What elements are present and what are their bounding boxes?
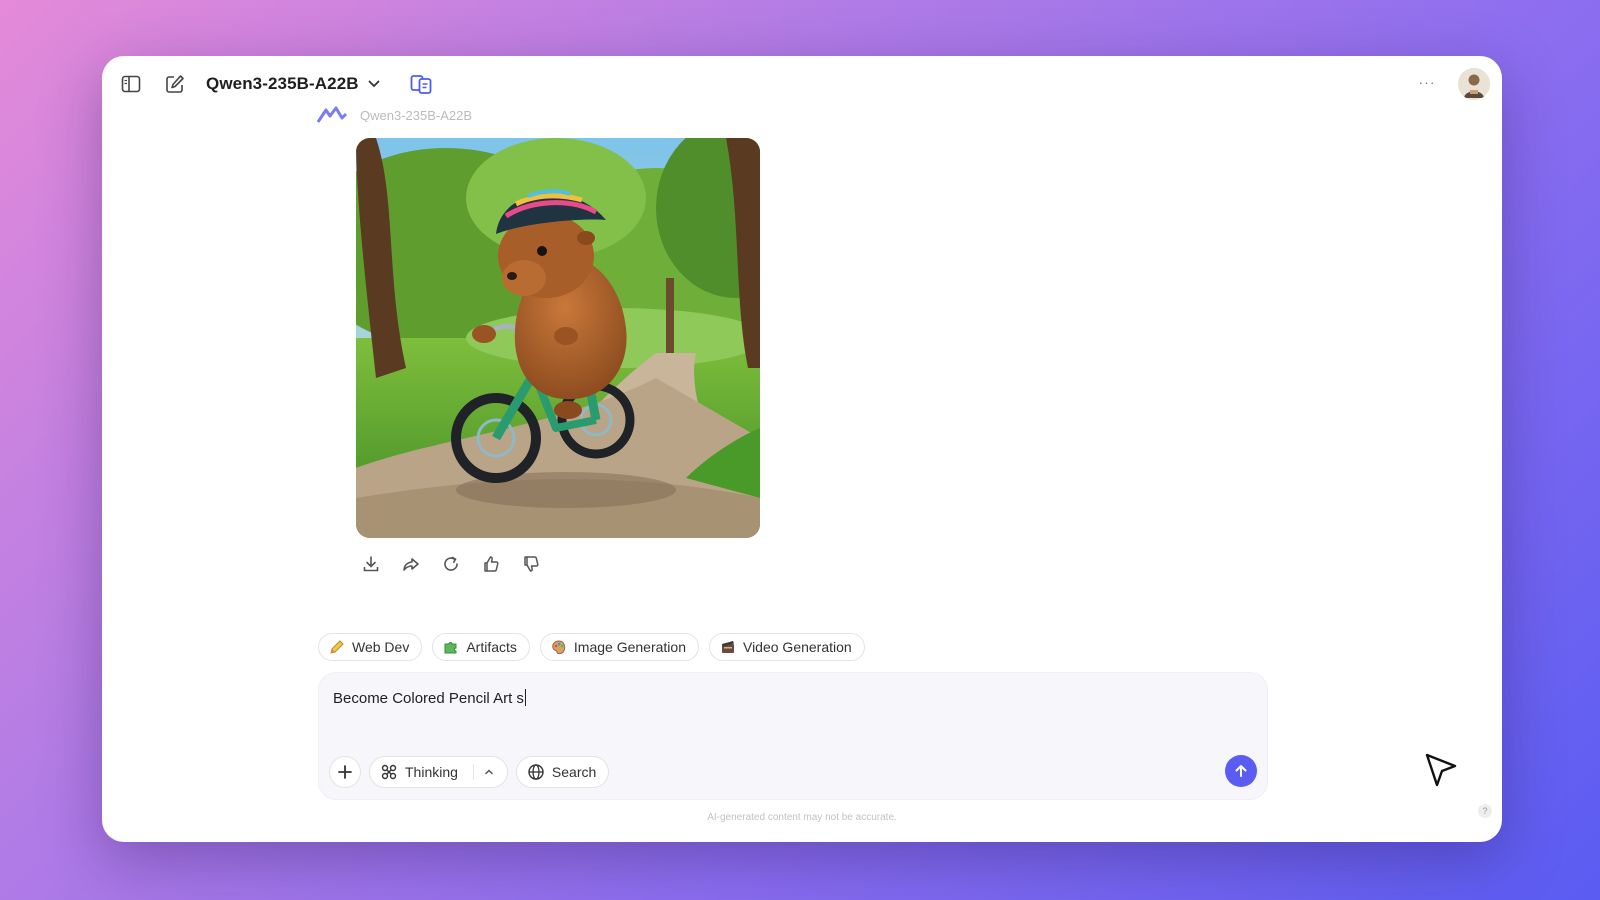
search-label: Search — [551, 764, 597, 780]
puzzle-icon — [443, 639, 459, 655]
generated-image[interactable] — [356, 138, 760, 538]
thumbs-down-icon[interactable] — [518, 552, 544, 576]
attach-plus-button[interactable] — [329, 756, 361, 788]
globe-icon — [528, 764, 544, 780]
arrow-up-icon — [1235, 765, 1247, 777]
chip-label: Video Generation — [742, 639, 852, 655]
assistant-logo-icon — [316, 106, 348, 126]
chevron-up-icon[interactable] — [483, 766, 495, 778]
text-caret — [524, 689, 526, 706]
message-actions — [358, 552, 544, 576]
composer-tools: Thinking Search — [329, 756, 610, 788]
film-icon — [720, 639, 736, 655]
mouse-cursor-icon — [1424, 752, 1458, 788]
download-icon[interactable] — [358, 552, 384, 576]
thinking-label: Thinking — [405, 764, 458, 780]
chip-image-generation[interactable]: Image Generation — [539, 633, 699, 661]
model-name: Qwen3-235B-A22B — [206, 74, 359, 93]
more-options-button[interactable]: ··· — [1414, 69, 1440, 95]
disclaimer-text: AI-generated content may not be accurate… — [707, 812, 897, 823]
app-window: Qwen3-235B-A22B ··· Qwen3-235B-A22B Web … — [102, 56, 1502, 842]
compare-models-icon[interactable] — [408, 71, 434, 97]
top-bar: Qwen3-235B-A22B ··· — [102, 56, 1502, 112]
pill-divider — [472, 764, 474, 780]
send-button[interactable] — [1225, 755, 1257, 787]
message-input[interactable]: Become Colored Pencil Art s — [333, 689, 1233, 715]
pencil-icon — [329, 639, 345, 655]
model-selector[interactable]: Qwen3-235B-A22B — [206, 70, 381, 98]
chip-video-generation[interactable]: Video Generation — [708, 633, 865, 661]
user-avatar[interactable] — [1458, 68, 1490, 100]
chevron-down-icon — [368, 80, 380, 88]
new-chat-icon[interactable] — [162, 71, 188, 97]
chip-label: Web Dev — [352, 639, 410, 655]
sidebar-toggle-icon[interactable] — [118, 71, 144, 97]
thinking-icon — [381, 764, 397, 780]
chip-artifacts[interactable]: Artifacts — [432, 633, 530, 661]
chip-label: Artifacts — [466, 639, 517, 655]
chip-web-dev[interactable]: Web Dev — [318, 633, 423, 661]
palette-icon — [551, 639, 567, 655]
search-toggle[interactable]: Search — [515, 756, 610, 788]
thumbs-up-icon[interactable] — [478, 552, 504, 576]
feature-chips: Web Dev Artifacts Image Generation Video… — [318, 633, 865, 661]
thinking-toggle[interactable]: Thinking — [369, 756, 508, 788]
chip-label: Image Generation — [573, 639, 686, 655]
message-input-text: Become Colored Pencil Art s — [333, 690, 524, 707]
share-icon[interactable] — [398, 552, 424, 576]
message-composer: Become Colored Pencil Art s Thinking Sea… — [318, 672, 1268, 800]
assistant-name: Qwen3-235B-A22B — [360, 108, 473, 122]
regenerate-icon[interactable] — [438, 552, 464, 576]
plus-icon — [338, 765, 352, 779]
help-button[interactable]: ? — [1478, 804, 1492, 818]
